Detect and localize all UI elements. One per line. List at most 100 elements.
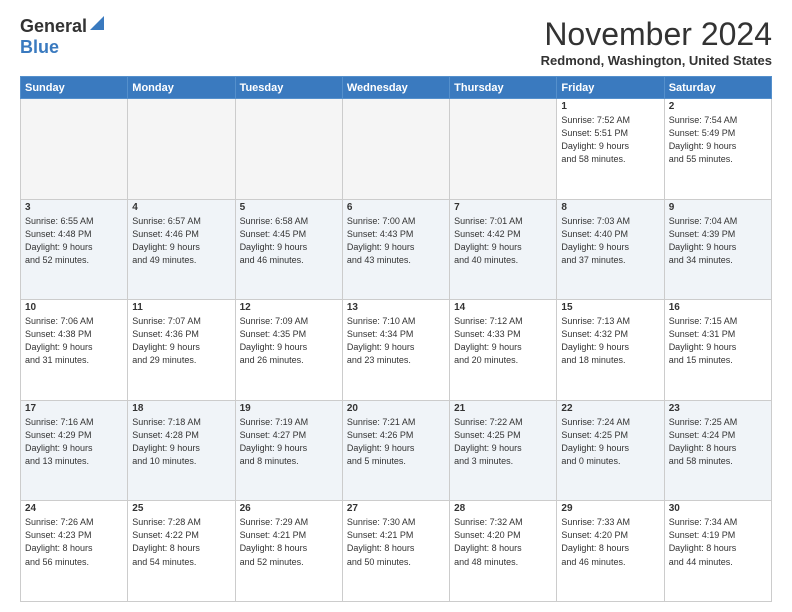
day-number: 9 xyxy=(669,202,767,213)
week-row-4: 17Sunrise: 7:16 AM Sunset: 4:29 PM Dayli… xyxy=(21,400,772,501)
day-number: 27 xyxy=(347,503,445,514)
day-info: Sunrise: 7:13 AM Sunset: 4:32 PM Dayligh… xyxy=(561,315,659,367)
day-cell xyxy=(235,99,342,200)
day-info: Sunrise: 7:01 AM Sunset: 4:42 PM Dayligh… xyxy=(454,215,552,267)
day-cell: 20 Sunrise: 7:21 AM Sunset: 4:26 PM Dayli… xyxy=(342,400,449,501)
day-number: 21 xyxy=(454,403,552,414)
day-cell xyxy=(450,99,557,200)
day-number: 19 xyxy=(240,403,338,414)
day-info: Sunrise: 7:32 AM Sunset: 4:20 PM Dayligh… xyxy=(454,516,552,568)
logo-general: General xyxy=(20,16,87,37)
day-number: 3 xyxy=(25,202,123,213)
calendar: Sunday Monday Tuesday Wednesday Thursday… xyxy=(20,76,772,602)
day-number: 2 xyxy=(669,101,767,112)
day-cell: 17Sunrise: 7:16 AM Sunset: 4:29 PM Dayli… xyxy=(21,400,128,501)
day-number: 25 xyxy=(132,503,230,514)
day-cell xyxy=(342,99,449,200)
day-cell: 1 Sunrise: 7:52 AM Sunset: 5:51 PM Daylig… xyxy=(557,99,664,200)
day-cell: 21 Sunrise: 7:22 AM Sunset: 4:25 PM Dayli… xyxy=(450,400,557,501)
day-info: Sunrise: 6:55 AM Sunset: 4:48 PM Dayligh… xyxy=(25,215,123,267)
day-cell: 3 Sunrise: 6:55 AM Sunset: 4:48 PM Daylig… xyxy=(21,199,128,300)
day-number: 22 xyxy=(561,403,659,414)
day-cell: 9 Sunrise: 7:04 AM Sunset: 4:39 PM Daylig… xyxy=(664,199,771,300)
logo: General Blue xyxy=(20,16,104,58)
day-info: Sunrise: 7:18 AM Sunset: 4:28 PM Dayligh… xyxy=(132,416,230,468)
day-number: 1 xyxy=(561,101,659,112)
day-cell: 29Sunrise: 7:33 AM Sunset: 4:20 PM Dayli… xyxy=(557,501,664,602)
day-number: 16 xyxy=(669,302,767,313)
day-cell: 2 Sunrise: 7:54 AM Sunset: 5:49 PM Daylig… xyxy=(664,99,771,200)
day-cell xyxy=(128,99,235,200)
day-info: Sunrise: 7:22 AM Sunset: 4:25 PM Dayligh… xyxy=(454,416,552,468)
day-number: 26 xyxy=(240,503,338,514)
day-cell: 7 Sunrise: 7:01 AM Sunset: 4:42 PM Daylig… xyxy=(450,199,557,300)
day-info: Sunrise: 7:33 AM Sunset: 4:20 PM Dayligh… xyxy=(561,516,659,568)
day-number: 20 xyxy=(347,403,445,414)
day-info: Sunrise: 7:00 AM Sunset: 4:43 PM Dayligh… xyxy=(347,215,445,267)
day-number: 5 xyxy=(240,202,338,213)
day-cell: 26 Sunrise: 7:29 AM Sunset: 4:21 PM Dayli… xyxy=(235,501,342,602)
day-number: 10 xyxy=(25,302,123,313)
day-number: 4 xyxy=(132,202,230,213)
day-cell: 23 Sunrise: 7:25 AM Sunset: 4:24 PM Dayli… xyxy=(664,400,771,501)
day-info: Sunrise: 7:52 AM Sunset: 5:51 PM Dayligh… xyxy=(561,114,659,166)
day-info: Sunrise: 7:04 AM Sunset: 4:39 PM Dayligh… xyxy=(669,215,767,267)
day-cell: 5 Sunrise: 6:58 AM Sunset: 4:45 PM Daylig… xyxy=(235,199,342,300)
logo-triangle-icon xyxy=(90,16,104,35)
day-cell xyxy=(21,99,128,200)
day-info: Sunrise: 7:07 AM Sunset: 4:36 PM Dayligh… xyxy=(132,315,230,367)
day-number: 28 xyxy=(454,503,552,514)
day-cell: 24Sunrise: 7:26 AM Sunset: 4:23 PM Dayli… xyxy=(21,501,128,602)
day-info: Sunrise: 7:10 AM Sunset: 4:34 PM Dayligh… xyxy=(347,315,445,367)
day-number: 14 xyxy=(454,302,552,313)
day-number: 23 xyxy=(669,403,767,414)
day-cell: 30 Sunrise: 7:34 AM Sunset: 4:19 PM Dayli… xyxy=(664,501,771,602)
day-info: Sunrise: 7:15 AM Sunset: 4:31 PM Dayligh… xyxy=(669,315,767,367)
day-number: 13 xyxy=(347,302,445,313)
week-row-1: 1 Sunrise: 7:52 AM Sunset: 5:51 PM Daylig… xyxy=(21,99,772,200)
day-cell: 15 Sunrise: 7:13 AM Sunset: 4:32 PM Dayli… xyxy=(557,300,664,401)
day-cell: 8Sunrise: 7:03 AM Sunset: 4:40 PM Daylig… xyxy=(557,199,664,300)
day-number: 11 xyxy=(132,302,230,313)
day-number: 7 xyxy=(454,202,552,213)
day-cell: 25 Sunrise: 7:28 AM Sunset: 4:22 PM Dayli… xyxy=(128,501,235,602)
header-monday: Monday xyxy=(128,77,235,99)
header: General Blue November 2024 Redmond, Wash… xyxy=(20,16,772,68)
logo-blue: Blue xyxy=(20,37,59,57)
day-info: Sunrise: 7:21 AM Sunset: 4:26 PM Dayligh… xyxy=(347,416,445,468)
day-cell: 11 Sunrise: 7:07 AM Sunset: 4:36 PM Dayli… xyxy=(128,300,235,401)
week-row-2: 3 Sunrise: 6:55 AM Sunset: 4:48 PM Daylig… xyxy=(21,199,772,300)
page: General Blue November 2024 Redmond, Wash… xyxy=(0,0,792,612)
day-info: Sunrise: 7:34 AM Sunset: 4:19 PM Dayligh… xyxy=(669,516,767,568)
day-info: Sunrise: 6:58 AM Sunset: 4:45 PM Dayligh… xyxy=(240,215,338,267)
day-info: Sunrise: 7:30 AM Sunset: 4:21 PM Dayligh… xyxy=(347,516,445,568)
day-number: 24 xyxy=(25,503,123,514)
day-info: Sunrise: 7:06 AM Sunset: 4:38 PM Dayligh… xyxy=(25,315,123,367)
day-cell: 13 Sunrise: 7:10 AM Sunset: 4:34 PM Dayli… xyxy=(342,300,449,401)
header-friday: Friday xyxy=(557,77,664,99)
day-cell: 18 Sunrise: 7:18 AM Sunset: 4:28 PM Dayli… xyxy=(128,400,235,501)
day-cell: 28 Sunrise: 7:32 AM Sunset: 4:20 PM Dayli… xyxy=(450,501,557,602)
day-info: Sunrise: 7:29 AM Sunset: 4:21 PM Dayligh… xyxy=(240,516,338,568)
day-number: 30 xyxy=(669,503,767,514)
day-cell: 12Sunrise: 7:09 AM Sunset: 4:35 PM Dayli… xyxy=(235,300,342,401)
day-info: Sunrise: 7:28 AM Sunset: 4:22 PM Dayligh… xyxy=(132,516,230,568)
header-sunday: Sunday xyxy=(21,77,128,99)
day-cell: 4 Sunrise: 6:57 AM Sunset: 4:46 PM Daylig… xyxy=(128,199,235,300)
day-cell: 27 Sunrise: 7:30 AM Sunset: 4:21 PM Dayli… xyxy=(342,501,449,602)
day-info: Sunrise: 6:57 AM Sunset: 4:46 PM Dayligh… xyxy=(132,215,230,267)
day-info: Sunrise: 7:25 AM Sunset: 4:24 PM Dayligh… xyxy=(669,416,767,468)
day-number: 17 xyxy=(25,403,123,414)
day-info: Sunrise: 7:09 AM Sunset: 4:35 PM Dayligh… xyxy=(240,315,338,367)
header-saturday: Saturday xyxy=(664,77,771,99)
day-cell: 6Sunrise: 7:00 AM Sunset: 4:43 PM Daylig… xyxy=(342,199,449,300)
day-number: 15 xyxy=(561,302,659,313)
header-wednesday: Wednesday xyxy=(342,77,449,99)
day-cell: 22Sunrise: 7:24 AM Sunset: 4:25 PM Dayli… xyxy=(557,400,664,501)
day-number: 18 xyxy=(132,403,230,414)
week-row-3: 10 Sunrise: 7:06 AM Sunset: 4:38 PM Dayli… xyxy=(21,300,772,401)
day-cell: 14Sunrise: 7:12 AM Sunset: 4:33 PM Dayli… xyxy=(450,300,557,401)
day-info: Sunrise: 7:54 AM Sunset: 5:49 PM Dayligh… xyxy=(669,114,767,166)
header-tuesday: Tuesday xyxy=(235,77,342,99)
title-block: November 2024 Redmond, Washington, Unite… xyxy=(541,16,772,68)
